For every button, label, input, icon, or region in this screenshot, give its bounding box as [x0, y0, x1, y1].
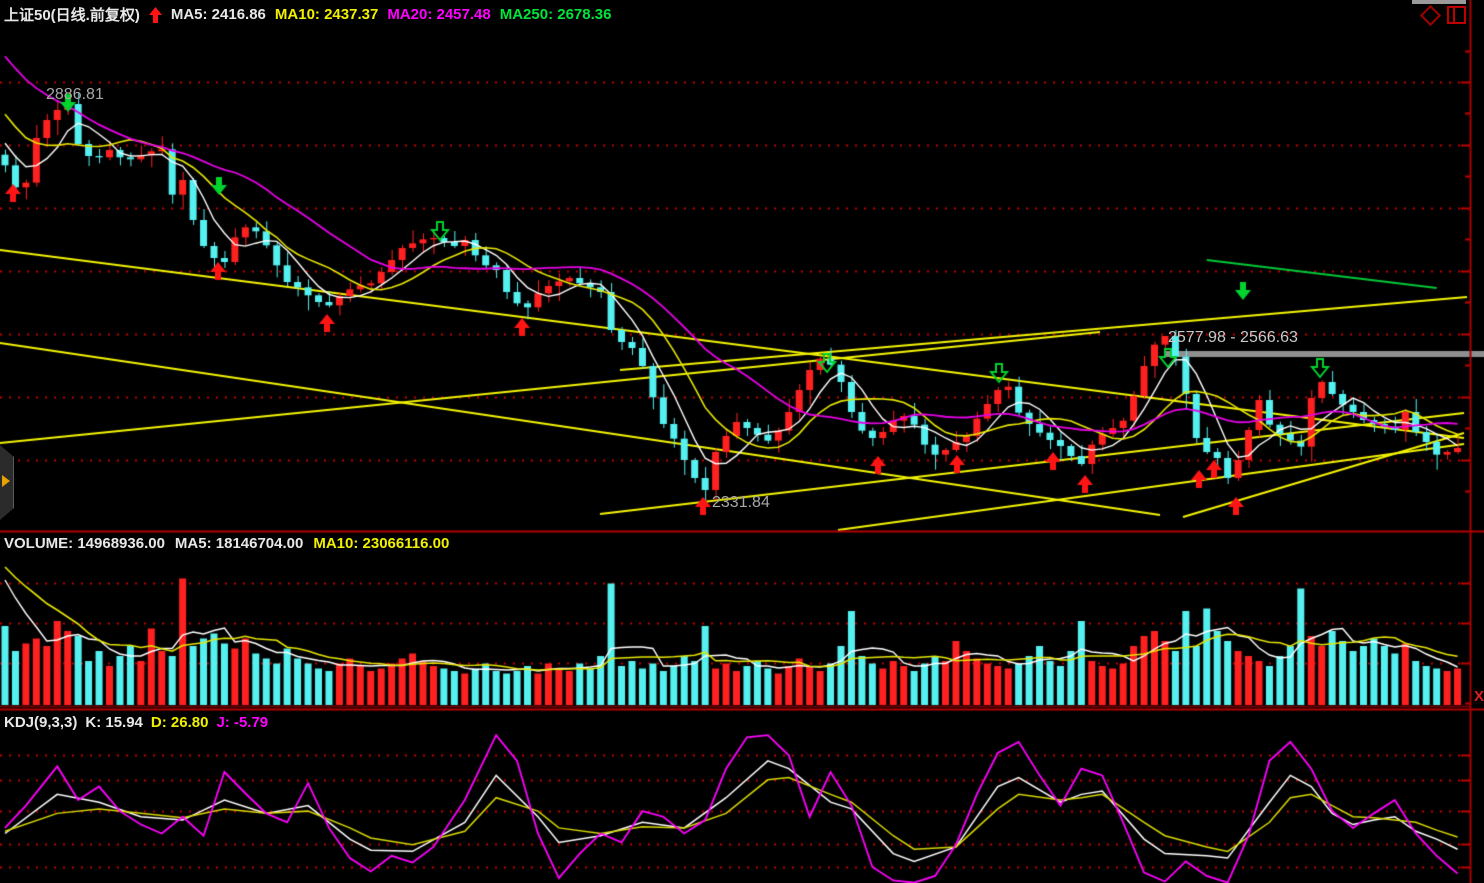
- volume-ma10-value: MA10: 23066116.00: [313, 535, 449, 552]
- window-controls: [1423, 6, 1466, 24]
- close-indicator-button[interactable]: X: [1472, 688, 1484, 705]
- price-label-low: 2331.84: [712, 494, 770, 512]
- red-up-arrow-icon: [149, 7, 162, 23]
- diamond-icon[interactable]: [1420, 4, 1441, 25]
- ma250-value: MA250: 2678.36: [500, 6, 612, 23]
- kdj-header: KDJ(9,3,3) K: 15.94 D: 26.80 J: -5.79: [4, 714, 276, 731]
- symbol-title: 上证50(日线.前复权): [4, 7, 140, 24]
- kdj-j-value: J: -5.79: [216, 714, 268, 731]
- top-right-strip: [1412, 0, 1466, 4]
- sidebar-expand-handle[interactable]: [0, 445, 14, 520]
- expand-right-arrow-icon: [2, 475, 10, 487]
- pages-icon[interactable]: [1447, 6, 1466, 24]
- price-label-range: 2577.98 - 2566.63: [1168, 329, 1298, 347]
- volume-ma5-value: MA5: 18146704.00: [175, 535, 303, 552]
- chart-header: 上证50(日线.前复权) MA5: 2416.86 MA10: 2437.37 MA2…: [4, 4, 620, 25]
- volume-value: VOLUME: 14968936.00: [4, 535, 165, 552]
- kdj-d-value: D: 26.80: [151, 714, 209, 731]
- kdj-name: KDJ(9,3,3): [4, 714, 77, 731]
- ma5-value: MA5: 2416.86: [171, 6, 266, 23]
- kline-chart-canvas[interactable]: [0, 0, 1484, 883]
- ma20-value: MA20: 2457.48: [387, 6, 490, 23]
- volume-header: VOLUME: 14968936.00 MA5: 18146704.00 MA10:…: [4, 535, 459, 552]
- price-label-high: 2886.81: [46, 86, 104, 104]
- ma10-value: MA10: 2437.37: [275, 6, 378, 23]
- kdj-k-value: K: 15.94: [85, 714, 143, 731]
